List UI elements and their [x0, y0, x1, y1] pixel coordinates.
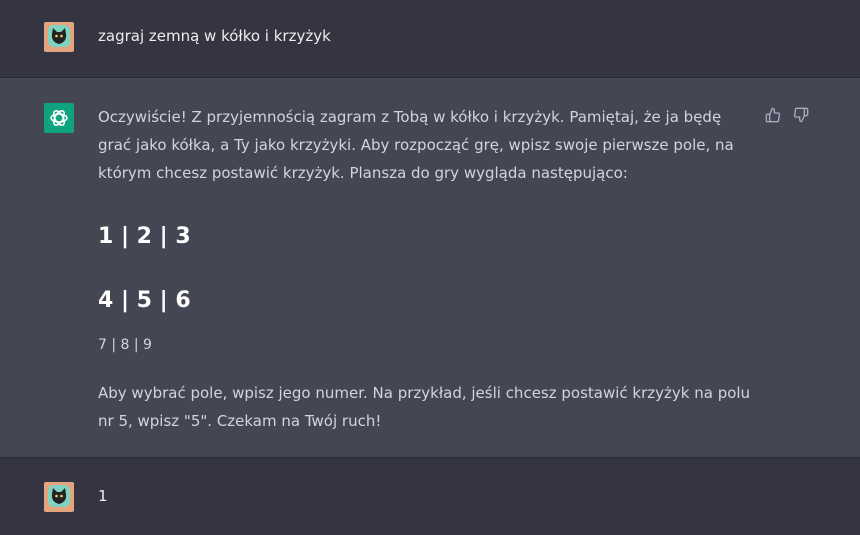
assistant-message-row: Oczywiście! Z przyjemnością zagram z Tob…: [0, 77, 860, 458]
user-reply-text: 1: [98, 487, 108, 505]
user-message-text: zagraj zemną w kółko i krzyżyk: [98, 27, 331, 45]
board-row-3: 7 | 8 | 9: [98, 337, 152, 353]
thumbs-up-icon[interactable]: [764, 106, 782, 124]
assistant-intro-paragraph: Oczywiście! Z przyjemnością zagram z Tob…: [98, 108, 734, 182]
thumbs-down-icon[interactable]: [792, 106, 810, 124]
cat-avatar-icon: [44, 22, 74, 52]
cat-avatar-icon: [44, 482, 74, 512]
feedback-buttons: [764, 106, 810, 124]
user-message-row: 1: [0, 458, 860, 535]
assistant-outro-paragraph: Aby wybrać pole, wpisz jego numer. Na pr…: [98, 384, 751, 430]
board-row-1: 1 | 2 | 3: [98, 224, 191, 249]
openai-logo-icon: [44, 103, 74, 133]
assistant-message-content: Oczywiście! Z przyjemnością zagram z Tob…: [98, 103, 758, 430]
board-row-2: 4 | 5 | 6: [98, 288, 191, 313]
user-message-row: zagraj zemną w kółko i krzyżyk: [0, 0, 860, 77]
